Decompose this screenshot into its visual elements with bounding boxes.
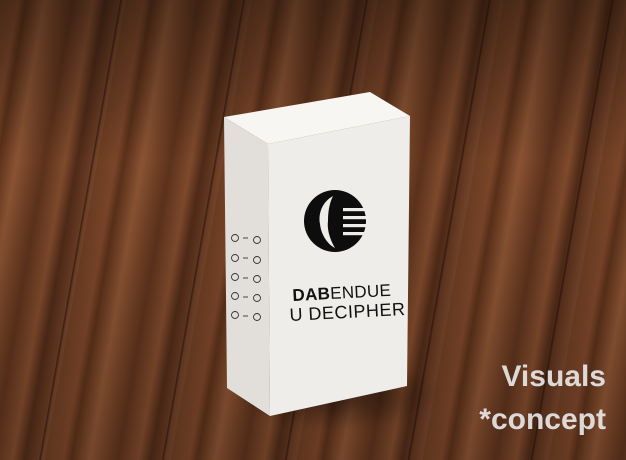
watermark-line-2: *concept [479,403,606,436]
box-side-face [224,117,270,416]
watermark-line-1: Visuals [501,360,606,393]
brand-name-bold: DAB [292,284,331,305]
box-front-face [268,116,410,416]
